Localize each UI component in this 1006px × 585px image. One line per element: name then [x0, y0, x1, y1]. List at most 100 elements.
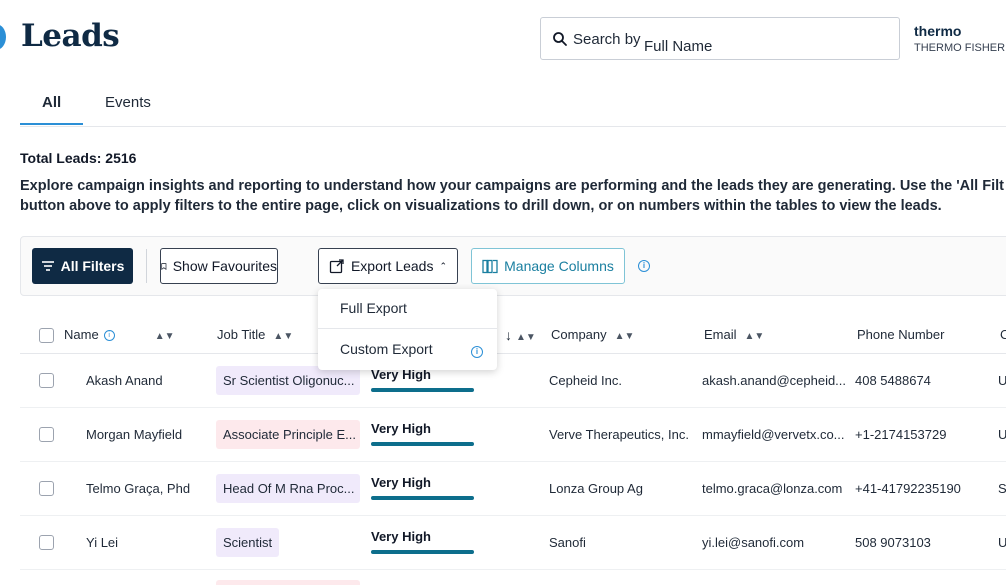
sort-icon[interactable]: ▲▼ — [615, 331, 635, 342]
lead-score-label: Very High — [371, 529, 431, 544]
page-title: Leads — [21, 18, 120, 54]
email-cell: telmo.graca@lonza.com — [702, 481, 843, 496]
account-name[interactable]: thermo — [914, 23, 961, 39]
lead-name[interactable]: Yi Lei — [86, 535, 118, 550]
company-cell: Sanofi — [549, 535, 586, 550]
tab-events[interactable]: Events — [105, 94, 151, 111]
lead-score: Very High — [371, 475, 474, 500]
lead-name[interactable]: Akash Anand — [86, 373, 163, 388]
info-icon[interactable]: i — [103, 330, 115, 342]
phone-cell: 508 9073103 — [855, 535, 931, 550]
row-checkbox[interactable] — [39, 535, 54, 550]
manage-columns-label: Manage Columns — [504, 258, 614, 274]
search-input[interactable]: Search by Full Name — [540, 17, 900, 60]
lead-score-bar — [371, 496, 474, 500]
show-favourites-button[interactable]: Show Favourites — [160, 248, 278, 284]
select-all-checkbox[interactable] — [39, 328, 54, 343]
job-title-tag: Head Of M Rna Proc... — [216, 474, 360, 503]
lead-score: Very High — [371, 529, 474, 554]
toolbar: All Filters Show Favourites Export Leads… — [20, 236, 1006, 296]
search-icon — [553, 32, 567, 46]
lead-score-bar — [371, 550, 474, 554]
row-checkbox[interactable] — [39, 427, 54, 442]
account-org: THERMO FISHER S — [914, 42, 1006, 54]
table-row[interactable]: Yi Lei Scientist Very High Sanofi yi.lei… — [20, 516, 1006, 570]
country-cell: U — [998, 535, 1006, 550]
page-description: Explore campaign insights and reporting … — [20, 177, 1006, 216]
column-label-email: Email — [704, 327, 737, 342]
app-logo — [0, 24, 6, 50]
filter-icon — [41, 261, 54, 271]
row-checkbox[interactable] — [39, 373, 54, 388]
chevron-up-icon: ⌃ — [439, 260, 448, 271]
column-header-job-title[interactable]: Job Title ▲▼ — [217, 327, 293, 342]
country-cell: U — [998, 427, 1006, 442]
menu-item-full-export[interactable]: Full Export — [340, 300, 407, 316]
email-cell: akash.anand@cepheid... — [702, 373, 847, 388]
export-icon — [329, 259, 344, 274]
company-cell: Cepheid Inc. — [549, 373, 622, 388]
export-leads-button[interactable]: Export Leads ⌃ — [318, 248, 458, 284]
email-cell: mmayfield@vervetx.co... — [702, 427, 845, 442]
column-header-country[interactable]: C — [1000, 327, 1006, 342]
lead-score-bar — [371, 388, 474, 392]
sort-descending-icon[interactable]: ↓ — [505, 327, 512, 343]
phone-cell: +1-2174153729 — [855, 427, 947, 442]
company-cell: Lonza Group Ag — [549, 481, 643, 496]
sort-icon[interactable]: ▲▼ — [516, 332, 536, 343]
info-icon[interactable]: i — [471, 346, 483, 358]
menu-divider — [318, 328, 497, 329]
toolbar-divider — [146, 249, 147, 283]
info-icon[interactable]: i — [638, 260, 650, 272]
column-header-name[interactable]: Name i ▲▼ — [64, 327, 174, 342]
table-row[interactable]: Morgan Mayfield Associate Principle E...… — [20, 408, 1006, 462]
company-cell: Verve Therapeutics, Inc. — [549, 427, 689, 442]
lead-name[interactable]: Morgan Mayfield — [86, 427, 182, 442]
all-filters-button[interactable]: All Filters — [32, 248, 133, 284]
column-header-email[interactable]: Email ▲▼ — [704, 327, 764, 342]
active-tab-indicator — [20, 123, 83, 125]
columns-icon — [482, 259, 498, 273]
all-filters-label: All Filters — [60, 258, 125, 274]
lead-score-bar — [371, 442, 474, 446]
phone-cell: 408 5488674 — [855, 373, 931, 388]
sort-icon[interactable]: ▲▼ — [155, 331, 175, 342]
tab-all[interactable]: All — [42, 94, 61, 111]
search-field-selector[interactable]: Full Name — [644, 38, 712, 55]
country-cell: S — [998, 481, 1006, 496]
column-label-name: Name — [64, 327, 99, 342]
export-menu: Full Export Custom Export i — [318, 289, 497, 370]
sort-icon[interactable]: ▲▼ — [273, 331, 293, 342]
job-title-tag: Scientist — [216, 528, 280, 557]
total-leads: Total Leads: 2516 — [20, 150, 137, 166]
table-row[interactable]: Akash Anand Sr Scientist Oligonuc... Ver… — [20, 354, 1006, 408]
table-header: Name i ▲▼ Job Title ▲▼ ↓ ▲▼ Company ▲▼ Email ▲… — [20, 316, 1006, 354]
description-line-2: button above to apply filters to the ent… — [20, 197, 942, 214]
job-title-tag: Associate Principle E... — [216, 420, 360, 449]
bookmark-icon — [161, 262, 167, 270]
table-row[interactable]: Telmo Graça, Phd Head Of M Rna Proc... V… — [20, 462, 1006, 516]
lead-score: Very High — [371, 421, 474, 446]
sort-icon[interactable]: ▲▼ — [745, 331, 765, 342]
manage-columns-button[interactable]: Manage Columns — [471, 248, 625, 284]
lead-score: Very High — [371, 367, 474, 392]
tab-bar: All Events — [20, 80, 1006, 127]
job-title-tag — [216, 580, 360, 585]
lead-score-label: Very High — [371, 421, 431, 436]
country-cell: U — [998, 373, 1006, 388]
row-checkbox[interactable] — [39, 481, 54, 496]
column-label-company: Company — [551, 327, 607, 342]
export-leads-label: Export Leads — [350, 258, 434, 274]
search-prefix-label: Search by — [573, 31, 641, 48]
column-header-phone[interactable]: Phone Number — [857, 327, 944, 342]
show-favourites-label: Show Favourites — [172, 258, 277, 274]
column-header-company[interactable]: Company ▲▼ — [551, 327, 634, 342]
lead-name[interactable]: Telmo Graça, Phd — [86, 481, 190, 496]
column-header-score-sort[interactable]: ↓ ▲▼ — [505, 327, 536, 343]
description-line-1: Explore campaign insights and reporting … — [20, 178, 1004, 194]
menu-item-custom-export[interactable]: Custom Export — [340, 341, 433, 357]
lead-score-label: Very High — [371, 475, 431, 490]
email-cell: yi.lei@sanofi.com — [702, 535, 805, 550]
column-label-job-title: Job Title — [217, 327, 266, 342]
job-title-tag: Sr Scientist Oligonuc... — [216, 366, 360, 395]
